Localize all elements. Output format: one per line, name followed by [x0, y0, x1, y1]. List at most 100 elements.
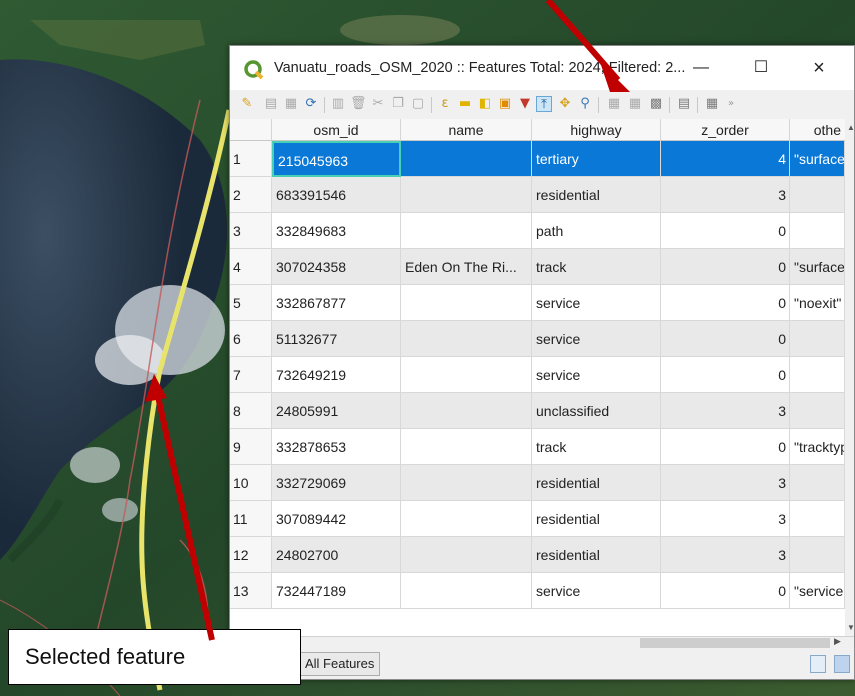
scroll-right-icon[interactable]: ▶: [834, 636, 841, 647]
cell-name[interactable]: [401, 177, 532, 213]
field-calculator-icon[interactable]: ▩: [648, 96, 664, 112]
cell-name[interactable]: Eden On The Ri...: [401, 249, 532, 285]
toggle-editing-icon[interactable]: ✎: [239, 96, 255, 112]
save-edits-icon[interactable]: ▦: [283, 96, 299, 112]
cell-other-tags[interactable]: "service: [790, 573, 845, 609]
move-selection-to-top-icon[interactable]: ⤒: [536, 96, 552, 112]
cell-highway[interactable]: service: [532, 321, 661, 357]
cell-name[interactable]: [401, 393, 532, 429]
cell-z-order[interactable]: 0: [661, 321, 790, 357]
column-header-osm-id[interactable]: osm_id: [272, 119, 401, 141]
scroll-up-icon[interactable]: ▲: [847, 123, 854, 132]
scroll-down-icon[interactable]: ▼: [847, 623, 854, 632]
cell-other-tags[interactable]: [790, 537, 845, 573]
cell-z-order[interactable]: 3: [661, 393, 790, 429]
deselect-all-icon[interactable]: ▣: [497, 96, 513, 112]
row-number[interactable]: 5: [230, 285, 272, 321]
actions-icon[interactable]: ▦: [704, 96, 720, 112]
cell-z-order[interactable]: 0: [661, 573, 790, 609]
table-row[interactable]: 7 732649219 service 0: [230, 357, 854, 393]
row-number[interactable]: 2: [230, 177, 272, 213]
cell-other-tags[interactable]: [790, 357, 845, 393]
cell-highway[interactable]: service: [532, 573, 661, 609]
select-all-icon[interactable]: ▬: [457, 96, 473, 112]
cell-highway[interactable]: residential: [532, 537, 661, 573]
row-number[interactable]: 6: [230, 321, 272, 357]
cell-z-order[interactable]: 4: [661, 141, 790, 177]
cell-other-tags[interactable]: [790, 465, 845, 501]
corner-header[interactable]: [230, 119, 272, 141]
multi-edit-icon[interactable]: ▤: [263, 96, 279, 112]
column-header-name[interactable]: name: [401, 119, 532, 141]
cell-osm-id[interactable]: 51132677: [272, 321, 401, 357]
pan-map-to-selected-icon[interactable]: ✥: [557, 96, 573, 112]
delete-field-icon[interactable]: ▦: [627, 96, 643, 112]
cell-osm-id[interactable]: 732447189: [272, 573, 401, 609]
row-number[interactable]: 9: [230, 429, 272, 465]
cell-highway[interactable]: residential: [532, 501, 661, 537]
cell-osm-id[interactable]: 332729069: [272, 465, 401, 501]
minimize-button[interactable]: —: [678, 54, 724, 82]
horizontal-scroll-thumb[interactable]: [640, 638, 830, 648]
table-row[interactable]: 10 332729069 residential 3: [230, 465, 854, 501]
column-header-highway[interactable]: highway: [532, 119, 661, 141]
cell-osm-id[interactable]: 332849683: [272, 213, 401, 249]
row-number[interactable]: 4: [230, 249, 272, 285]
table-row[interactable]: 9 332878653 track 0 "tracktyp: [230, 429, 854, 465]
cell-highway[interactable]: residential: [532, 177, 661, 213]
cell-highway[interactable]: track: [532, 249, 661, 285]
select-by-expression-icon[interactable]: ε: [437, 96, 453, 112]
paste-icon[interactable]: ▢: [410, 96, 426, 112]
reload-table-icon[interactable]: ⟳: [303, 96, 319, 112]
table-view-icon[interactable]: [810, 655, 826, 673]
cell-osm-id[interactable]: 24802700: [272, 537, 401, 573]
cell-name[interactable]: [401, 141, 532, 177]
cell-name[interactable]: [401, 537, 532, 573]
cell-name[interactable]: [401, 573, 532, 609]
invert-selection-icon[interactable]: ◧: [477, 96, 493, 112]
column-header-z-order[interactable]: z_order: [661, 119, 790, 141]
table-row[interactable]: 1 215045963 tertiary 4 "surface: [230, 141, 854, 177]
cell-osm-id[interactable]: 24805991: [272, 393, 401, 429]
cell-z-order[interactable]: 3: [661, 501, 790, 537]
row-number[interactable]: 12: [230, 537, 272, 573]
row-number[interactable]: 10: [230, 465, 272, 501]
toolbar-overflow-icon[interactable]: »: [723, 96, 739, 112]
window-titlebar[interactable]: Vanuatu_roads_OSM_2020 :: Features Total…: [230, 46, 854, 90]
row-number[interactable]: 1: [230, 141, 272, 177]
show-all-features-button[interactable]: All Features ▾: [288, 652, 380, 676]
cell-other-tags[interactable]: [790, 213, 845, 249]
cell-osm-id[interactable]: 215045963: [272, 141, 401, 177]
cell-z-order[interactable]: 0: [661, 285, 790, 321]
cell-name[interactable]: [401, 429, 532, 465]
table-row[interactable]: 4 307024358 Eden On The Ri... track 0 "surfac…: [230, 249, 854, 285]
cell-z-order[interactable]: 0: [661, 429, 790, 465]
cell-name[interactable]: [401, 357, 532, 393]
vertical-scrollbar[interactable]: ▲ ▼: [845, 119, 854, 636]
cell-highway[interactable]: residential: [532, 465, 661, 501]
table-row[interactable]: 6 51132677 service 0: [230, 321, 854, 357]
maximize-button[interactable]: ☐: [738, 54, 784, 82]
cell-other-tags[interactable]: "noexit": [790, 285, 845, 321]
cell-highway[interactable]: unclassified: [532, 393, 661, 429]
row-number[interactable]: 3: [230, 213, 272, 249]
conditional-formatting-icon[interactable]: ▤: [676, 96, 692, 112]
cell-z-order[interactable]: 0: [661, 213, 790, 249]
cell-highway[interactable]: path: [532, 213, 661, 249]
row-number[interactable]: 7: [230, 357, 272, 393]
new-field-icon[interactable]: ▦: [606, 96, 622, 112]
cell-other-tags[interactable]: "surface: [790, 249, 845, 285]
table-row[interactable]: 5 332867877 service 0 "noexit": [230, 285, 854, 321]
cell-osm-id[interactable]: 332878653: [272, 429, 401, 465]
cell-other-tags[interactable]: "surface: [790, 141, 845, 177]
filter-features-icon[interactable]: ▼: [517, 96, 533, 112]
zoom-to-selected-icon[interactable]: ⚲: [577, 96, 593, 112]
table-row[interactable]: 8 24805991 unclassified 3: [230, 393, 854, 429]
cell-name[interactable]: [401, 321, 532, 357]
table-row[interactable]: 12 24802700 residential 3: [230, 537, 854, 573]
copy-icon[interactable]: ❐: [390, 96, 406, 112]
cell-z-order[interactable]: 3: [661, 177, 790, 213]
cell-highway[interactable]: track: [532, 429, 661, 465]
table-row[interactable]: 3 332849683 path 0: [230, 213, 854, 249]
cell-z-order[interactable]: 0: [661, 249, 790, 285]
